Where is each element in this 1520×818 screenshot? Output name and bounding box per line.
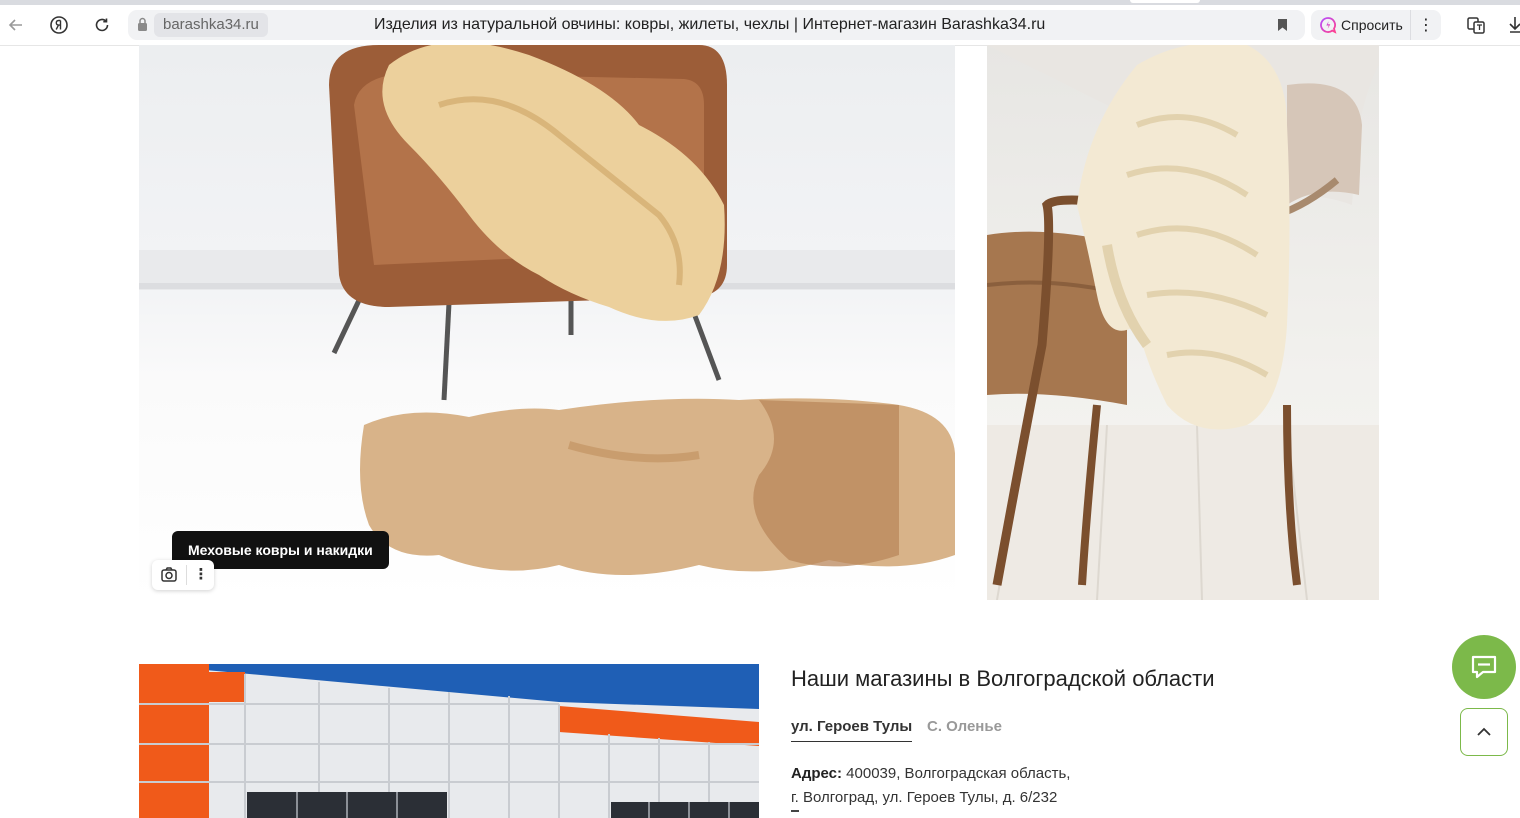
tab-store-geroev-tuly[interactable]: ул. Героев Тулы xyxy=(791,716,913,742)
address-domain[interactable]: barashka34.ru xyxy=(154,13,268,37)
chat-bubble-icon xyxy=(1471,655,1497,679)
image-search-toolbar: ⋮ xyxy=(152,560,214,590)
camera-search-icon[interactable] xyxy=(160,566,178,584)
translate-icon[interactable] xyxy=(1466,15,1486,35)
stores-section-title: Наши магазины в Волгоградской области xyxy=(791,666,1215,691)
arrow-left-icon xyxy=(8,19,22,31)
store-facade-illustration xyxy=(139,664,759,818)
cut-off-text xyxy=(791,810,799,816)
armchair-throw-illustration xyxy=(987,45,1379,600)
reload-button[interactable] xyxy=(88,11,116,39)
tab-store-olenye[interactable]: С. Оленье xyxy=(927,716,1002,738)
gallery-photo-armchair-throw[interactable] xyxy=(987,45,1379,600)
ask-label: Спросить xyxy=(1341,17,1403,33)
ask-more-button[interactable]: ⋮ xyxy=(1410,10,1441,40)
address-bar[interactable]: barashka34.ru Изделия из натуральной овч… xyxy=(128,10,1305,40)
address-line-2: г. Волгоград, ул. Героев Тулы, д. 6/232 xyxy=(791,789,1058,806)
gallery-photo-armchair-rug[interactable] xyxy=(139,45,955,601)
scroll-to-top-button[interactable] xyxy=(1460,708,1508,756)
active-tab-indicator xyxy=(1130,0,1200,3)
store-address: Адрес: 400039, Волгоградская область, г.… xyxy=(791,762,1111,810)
store-building-photo xyxy=(139,664,759,818)
address-label: Адрес: xyxy=(791,765,842,782)
toolbar-divider xyxy=(186,565,187,585)
chat-widget-button[interactable] xyxy=(1452,635,1516,699)
back-button[interactable] xyxy=(2,11,30,39)
download-icon[interactable] xyxy=(1509,15,1520,35)
reload-icon xyxy=(95,18,109,32)
address-line-1: 400039, Волгоградская область, xyxy=(846,765,1071,782)
image-more-button[interactable]: ⋮ xyxy=(188,560,214,590)
ask-alice-button[interactable]: Спросить ⋮ xyxy=(1311,10,1441,40)
alice-chat-icon xyxy=(1320,17,1337,34)
yandex-logo-icon xyxy=(50,16,68,34)
bookmark-icon[interactable] xyxy=(1277,18,1288,32)
browser-toolbar: barashka34.ru Изделия из натуральной овч… xyxy=(0,5,1520,46)
lock-icon xyxy=(138,17,147,31)
armchair-sheepskin-illustration xyxy=(139,45,955,575)
page-title: Изделия из натуральной овчины: ковры, жи… xyxy=(374,16,1046,33)
yandex-home-button[interactable] xyxy=(45,11,73,39)
chevron-up-icon xyxy=(1477,727,1491,736)
